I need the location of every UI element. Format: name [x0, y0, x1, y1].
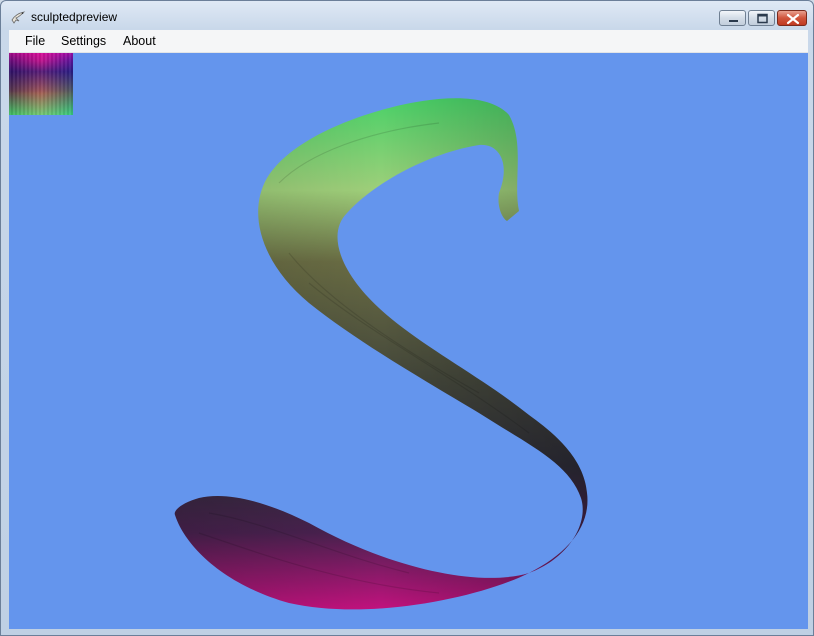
- window-title: sculptedpreview: [31, 10, 118, 24]
- menu-bar: File Settings About: [9, 30, 808, 53]
- bird-app-icon: [10, 9, 26, 25]
- maximize-icon: [757, 13, 768, 24]
- close-icon: [786, 13, 800, 25]
- menu-file[interactable]: File: [25, 34, 45, 48]
- minimize-button[interactable]: [719, 10, 746, 26]
- close-button[interactable]: [777, 10, 807, 26]
- app-window: sculptedpreview File Settings About: [0, 0, 814, 636]
- menu-about[interactable]: About: [123, 34, 156, 48]
- title-bar[interactable]: sculptedpreview: [1, 1, 813, 31]
- 3d-preview-viewport[interactable]: [9, 53, 808, 629]
- menu-settings[interactable]: Settings: [61, 34, 106, 48]
- sculpted-mesh: [174, 98, 588, 610]
- minimize-icon: [729, 20, 738, 22]
- maximize-button[interactable]: [748, 10, 775, 26]
